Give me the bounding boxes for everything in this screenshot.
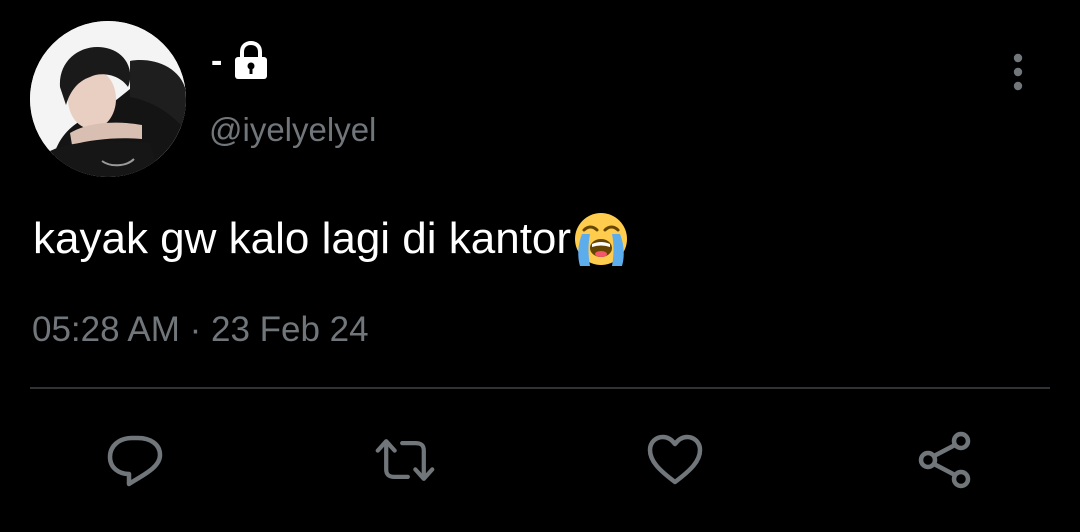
like-button[interactable] <box>644 429 706 491</box>
display-name[interactable]: - <box>211 38 270 84</box>
reply-icon <box>107 435 163 487</box>
heart-icon <box>647 434 703 485</box>
display-name-text: - <box>211 41 223 80</box>
loudly-crying-face-emoji-icon <box>572 210 630 268</box>
share-icon <box>918 431 971 489</box>
tweet-detail: - @iyelyelyel kayak gw kalo lagi di kant… <box>0 0 1080 532</box>
tweet-text-content: kayak gw kalo lagi di kantor <box>33 214 572 263</box>
lock-icon <box>232 40 270 81</box>
profile-photo-icon <box>30 21 186 177</box>
retweet-button[interactable] <box>374 429 436 491</box>
user-handle[interactable]: @iyelyelyel <box>209 111 376 149</box>
timestamp[interactable]: 05:28 AM · 23 Feb 24 <box>32 310 369 350</box>
tweet-text: kayak gw kalo lagi di kantor <box>33 210 630 268</box>
more-options-icon[interactable] <box>1000 50 1036 94</box>
share-button[interactable] <box>914 429 976 491</box>
reply-button[interactable] <box>104 429 166 491</box>
avatar[interactable] <box>30 21 186 177</box>
divider <box>30 387 1050 389</box>
retweet-icon <box>375 439 435 481</box>
